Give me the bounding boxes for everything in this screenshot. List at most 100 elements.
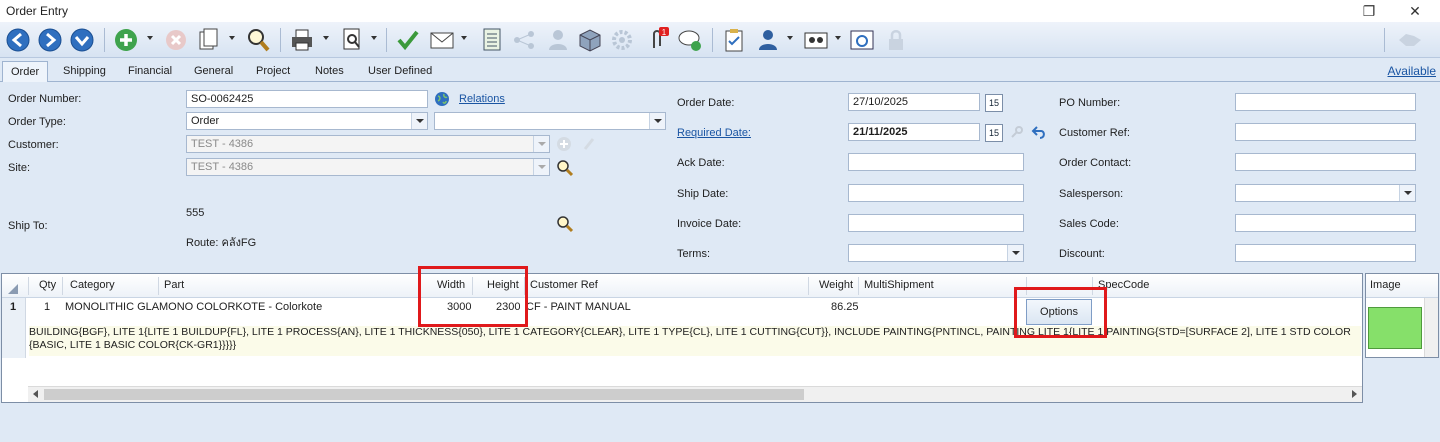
tab-user-defined[interactable]: User Defined bbox=[360, 61, 440, 82]
order-number-field[interactable]: SO-0062425 bbox=[186, 90, 428, 108]
checkmark-icon[interactable] bbox=[394, 26, 422, 54]
comment-icon[interactable] bbox=[676, 26, 704, 54]
order-contact-label: Order Contact: bbox=[1059, 157, 1132, 169]
col-multishipment[interactable]: MultiShipment bbox=[864, 279, 934, 291]
column-divider bbox=[28, 277, 29, 295]
chevron-down-icon[interactable] bbox=[649, 113, 665, 129]
col-part[interactable]: Part bbox=[164, 279, 184, 291]
order-type-select[interactable]: Order bbox=[186, 112, 428, 130]
chevron-down-icon[interactable] bbox=[411, 113, 427, 129]
attachment-icon[interactable]: 1 bbox=[644, 26, 672, 54]
close-icon[interactable]: ✕ bbox=[1400, 1, 1430, 21]
tab-shipping[interactable]: Shipping bbox=[55, 61, 114, 82]
tab-notes[interactable]: Notes bbox=[307, 61, 352, 82]
email-icon[interactable] bbox=[428, 26, 456, 54]
order-date-label: Order Date: bbox=[677, 97, 735, 109]
col-weight[interactable]: Weight bbox=[819, 279, 853, 291]
customer-ref-field[interactable] bbox=[1235, 123, 1416, 141]
undo-icon[interactable] bbox=[1031, 124, 1047, 143]
search-icon[interactable] bbox=[244, 26, 272, 54]
order-lines-grid: Qty Category Part Width Height Customer … bbox=[1, 273, 1363, 403]
sales-code-label: Sales Code: bbox=[1059, 218, 1119, 230]
salesperson-select[interactable] bbox=[1235, 184, 1416, 202]
cell-part[interactable]: MONO COLORKOTE - Colorkote bbox=[159, 301, 419, 313]
relations-link[interactable]: Relations bbox=[459, 93, 505, 105]
tab-project[interactable]: Project bbox=[248, 61, 298, 82]
email-dropdown-icon[interactable] bbox=[461, 36, 467, 40]
order-header-form: Order Number: SO-0062425 Relations Order… bbox=[0, 83, 1440, 271]
ship-date-field[interactable] bbox=[848, 184, 1024, 202]
width-height-highlight bbox=[418, 266, 528, 327]
calendar-icon[interactable]: 15 bbox=[985, 94, 1003, 112]
sales-code-field[interactable] bbox=[1235, 214, 1416, 232]
back-icon[interactable] bbox=[4, 26, 32, 54]
ack-date-field[interactable] bbox=[848, 153, 1024, 171]
handshake-icon bbox=[1396, 26, 1424, 54]
terms-label: Terms: bbox=[677, 248, 710, 260]
package-icon[interactable] bbox=[576, 26, 604, 54]
tab-order[interactable]: Order bbox=[2, 61, 49, 82]
down-arrow-icon[interactable] bbox=[68, 26, 96, 54]
order-type-secondary-select[interactable] bbox=[434, 112, 666, 130]
print-dropdown-icon[interactable] bbox=[323, 36, 329, 40]
tab-strip: Order Shipping Financial General Project… bbox=[0, 58, 1440, 82]
document-list-icon[interactable] bbox=[478, 26, 506, 54]
calendar-icon[interactable]: 15 bbox=[985, 124, 1003, 142]
scroll-right-icon[interactable] bbox=[1352, 390, 1357, 398]
po-number-label: PO Number: bbox=[1059, 97, 1121, 109]
schedule-icon[interactable] bbox=[848, 26, 876, 54]
cell-category[interactable]: MONOLITHIC GLASS bbox=[65, 301, 159, 313]
required-date-label[interactable]: Required Date: bbox=[677, 127, 751, 139]
user-dropdown-icon[interactable] bbox=[787, 36, 793, 40]
order-contact-field[interactable] bbox=[1235, 153, 1416, 171]
customer-select: TEST - 4386 bbox=[186, 135, 550, 153]
robot-dropdown-icon[interactable] bbox=[835, 36, 841, 40]
tab-financial[interactable]: Financial bbox=[120, 61, 180, 82]
tab-general[interactable]: General bbox=[186, 61, 241, 82]
required-date-field[interactable]: 21/11/2025 bbox=[848, 123, 980, 141]
cell-qty[interactable]: 1 bbox=[44, 301, 50, 313]
image-vertical-scrollbar[interactable] bbox=[1424, 298, 1438, 357]
scrollbar-thumb[interactable] bbox=[44, 389, 804, 400]
cell-weight[interactable]: 86.25 bbox=[831, 301, 859, 313]
cell-customer-ref[interactable]: CF - PAINT MANUAL bbox=[526, 301, 806, 313]
site-search-icon[interactable] bbox=[556, 159, 574, 180]
user-icon[interactable] bbox=[754, 26, 782, 54]
col-qty[interactable]: Qty bbox=[39, 279, 56, 291]
invoice-date-field[interactable] bbox=[848, 214, 1024, 232]
copy-icon[interactable] bbox=[194, 26, 222, 54]
add-dropdown-icon[interactable] bbox=[147, 36, 153, 40]
clipboard-icon[interactable] bbox=[720, 26, 748, 54]
forward-icon[interactable] bbox=[36, 26, 64, 54]
toolbar-separator bbox=[1384, 28, 1385, 52]
po-number-field[interactable] bbox=[1235, 93, 1416, 111]
col-category[interactable]: Category bbox=[70, 279, 115, 291]
globe-icon[interactable] bbox=[434, 91, 450, 110]
image-panel: Image bbox=[1365, 273, 1439, 358]
terms-select[interactable] bbox=[848, 244, 1024, 262]
available-link[interactable]: Available bbox=[1388, 64, 1436, 78]
chevron-down-icon[interactable] bbox=[1399, 185, 1415, 201]
robot-icon[interactable] bbox=[802, 26, 830, 54]
select-all-corner-icon[interactable] bbox=[8, 284, 18, 297]
order-date-field[interactable]: 27/10/2025 bbox=[848, 93, 980, 111]
spec-code-detail: BUILDING{BGF}, LITE 1{LITE 1 BUILDUP{FL}… bbox=[29, 326, 1361, 356]
table-row[interactable]: 1 1 MONOLITHIC GLASS MONO COLORKOTE - Co… bbox=[2, 298, 1362, 318]
window-title: Order Entry bbox=[6, 4, 69, 18]
restore-icon[interactable]: ❐ bbox=[1354, 1, 1384, 21]
spec-line-1: BUILDING{BGF}, LITE 1{LITE 1 BUILDUP{FL}… bbox=[29, 326, 1351, 338]
order-type-label: Order Type: bbox=[8, 116, 66, 128]
add-icon[interactable] bbox=[112, 26, 140, 54]
col-customer-ref[interactable]: Customer Ref bbox=[530, 279, 598, 291]
ship-date-label: Ship Date: bbox=[677, 188, 729, 200]
chevron-down-icon[interactable] bbox=[1007, 245, 1023, 261]
preview-dropdown-icon[interactable] bbox=[371, 36, 377, 40]
discount-field[interactable] bbox=[1235, 244, 1416, 262]
ship-to-search-icon[interactable] bbox=[556, 215, 574, 236]
copy-dropdown-icon[interactable] bbox=[229, 36, 235, 40]
scroll-left-icon[interactable] bbox=[33, 390, 38, 398]
preview-icon[interactable] bbox=[338, 26, 366, 54]
print-icon[interactable] bbox=[288, 26, 316, 54]
order-type-value: Order bbox=[191, 115, 220, 127]
horizontal-scrollbar[interactable] bbox=[28, 386, 1362, 402]
